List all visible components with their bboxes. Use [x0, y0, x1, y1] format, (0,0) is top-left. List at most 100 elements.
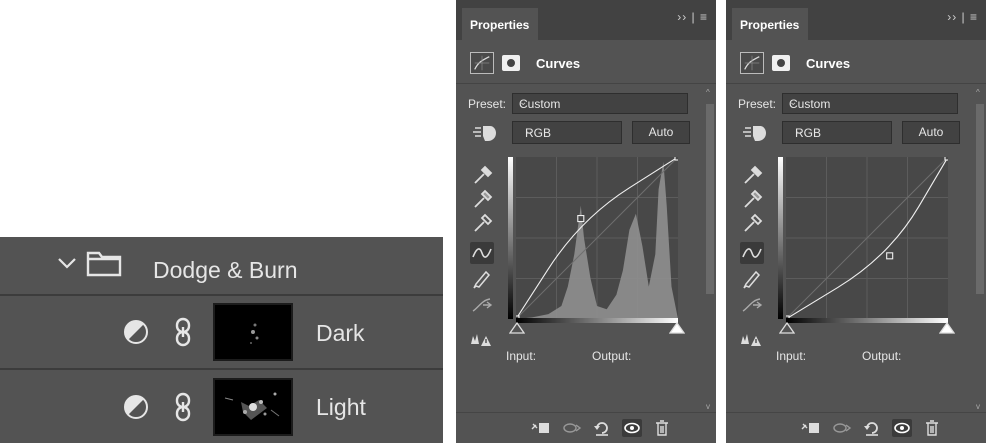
output-gradient [778, 157, 783, 319]
layer-row-dark[interactable]: Dark [0, 296, 443, 368]
white-point-slider-icon[interactable] [939, 322, 955, 334]
scroll-up-icon[interactable]: ^ [706, 88, 710, 97]
scroll-up-icon[interactable]: ^ [976, 88, 980, 97]
on-image-adjust-icon[interactable] [472, 122, 498, 144]
output-label: Output: [862, 349, 902, 363]
tab-properties[interactable]: Properties [732, 8, 808, 40]
panel-header: Properties ›› | ≡ [456, 0, 716, 40]
scroll-thumb[interactable] [706, 104, 714, 294]
chevron-down-icon[interactable] [56, 252, 78, 274]
reset-icon[interactable] [862, 419, 882, 437]
curve-point-tool-icon[interactable] [470, 242, 494, 264]
folder-icon [86, 251, 122, 277]
panel-footer [726, 412, 986, 443]
tab-properties[interactable]: Properties [462, 8, 538, 40]
layer-row-light[interactable]: Light [0, 370, 443, 442]
mask-icon[interactable] [502, 55, 520, 71]
panel-title: Curves [536, 56, 581, 71]
divider [456, 83, 716, 84]
curve-graph[interactable] [516, 157, 678, 319]
scroll-down-icon[interactable]: v [706, 402, 710, 411]
link-chain-icon[interactable] [172, 317, 194, 347]
panel-menu-icon[interactable]: ›› | ≡ [947, 10, 978, 24]
channel-dropdown[interactable]: RGB ⌄ [782, 121, 892, 144]
eyedropper-black-icon[interactable] [740, 164, 764, 186]
auto-button[interactable]: Auto [632, 121, 690, 144]
chevron-down-icon: ⌄ [519, 97, 528, 108]
trash-icon[interactable] [922, 419, 942, 437]
eyedropper-white-icon[interactable] [470, 212, 494, 234]
visibility-eye-icon[interactable] [622, 419, 642, 437]
visibility-eye-icon[interactable] [892, 419, 912, 437]
tab-label: Properties [740, 18, 800, 32]
input-gradient [786, 318, 948, 323]
curve-graph[interactable] [786, 157, 948, 319]
curve-point [674, 157, 678, 161]
chevron-down-icon: ⌄ [795, 126, 804, 137]
panel-title: Curves [806, 56, 851, 71]
clip-to-layer-icon[interactable] [800, 419, 820, 437]
mask-preview [224, 392, 280, 420]
white-point-slider-icon[interactable] [669, 322, 685, 334]
input-gradient [516, 318, 678, 323]
eyedropper-gray-icon[interactable] [470, 188, 494, 210]
input-label: Input: [776, 349, 807, 363]
panel-footer [456, 412, 716, 443]
eyedropper-black-icon[interactable] [470, 164, 494, 186]
black-point-slider-icon[interactable] [779, 322, 795, 334]
output-gradient [508, 157, 513, 319]
input-label: Input: [506, 349, 537, 363]
mask-icon[interactable] [772, 55, 790, 71]
channel-dropdown[interactable]: RGB ⌄ [512, 121, 622, 144]
curve-point [944, 157, 948, 161]
panel-menu-icon[interactable]: ›› | ≡ [677, 10, 708, 24]
layers-panel: Dodge & Burn Dark Light [0, 237, 443, 443]
chevron-down-icon: ⌄ [789, 97, 798, 108]
curve-point [886, 252, 894, 260]
scroll-down-icon[interactable]: v [976, 402, 980, 411]
tab-label: Properties [470, 18, 530, 32]
layer-name: Dark [316, 320, 365, 346]
layer-mask-thumbnail[interactable] [213, 303, 293, 361]
view-previous-icon[interactable] [562, 419, 582, 437]
on-image-adjust-icon[interactable] [742, 122, 768, 144]
clipping-warning-icon[interactable] [470, 328, 494, 350]
trash-icon[interactable] [652, 419, 672, 437]
curves-icon[interactable] [740, 52, 764, 74]
chevron-down-icon: ⌄ [525, 126, 534, 137]
output-label: Output: [592, 349, 632, 363]
panel-scrollbar[interactable]: ^ v [704, 84, 716, 415]
eyedropper-gray-icon[interactable] [740, 188, 764, 210]
preset-label: Preset: [738, 97, 777, 111]
panel-header: Properties ›› | ≡ [726, 0, 986, 40]
view-previous-icon[interactable] [832, 419, 852, 437]
layer-mask-thumbnail[interactable] [213, 378, 293, 436]
mask-preview [250, 323, 259, 344]
curve-point [577, 215, 585, 223]
scroll-thumb[interactable] [976, 104, 984, 294]
preset-dropdown[interactable]: Custom ⌄ [512, 93, 688, 114]
layer-group-row[interactable]: Dodge & Burn [0, 237, 443, 295]
divider [726, 83, 986, 84]
auto-button[interactable]: Auto [902, 121, 960, 144]
pencil-icon[interactable] [470, 268, 494, 290]
clip-to-layer-icon[interactable] [530, 419, 550, 437]
curves-adjustment-icon [124, 395, 148, 419]
preset-dropdown[interactable]: Custom ⌄ [782, 93, 958, 114]
smooth-curve-icon[interactable] [740, 294, 764, 316]
layer-name: Light [316, 394, 366, 420]
pencil-icon[interactable] [740, 268, 764, 290]
smooth-curve-icon[interactable] [470, 294, 494, 316]
properties-panel: Properties ›› | ≡ Curves Preset: Custom … [726, 0, 986, 443]
curve-point-tool-icon[interactable] [740, 242, 764, 264]
properties-panel: Properties ›› | ≡ Curves Preset: Custom … [456, 0, 716, 443]
link-chain-icon[interactable] [172, 392, 194, 422]
black-point-slider-icon[interactable] [509, 322, 525, 334]
preset-label: Preset: [468, 97, 507, 111]
curves-icon[interactable] [470, 52, 494, 74]
clipping-warning-icon[interactable] [740, 328, 764, 350]
eyedropper-white-icon[interactable] [740, 212, 764, 234]
group-name: Dodge & Burn [153, 257, 298, 283]
panel-scrollbar[interactable]: ^ v [974, 84, 986, 415]
reset-icon[interactable] [592, 419, 612, 437]
